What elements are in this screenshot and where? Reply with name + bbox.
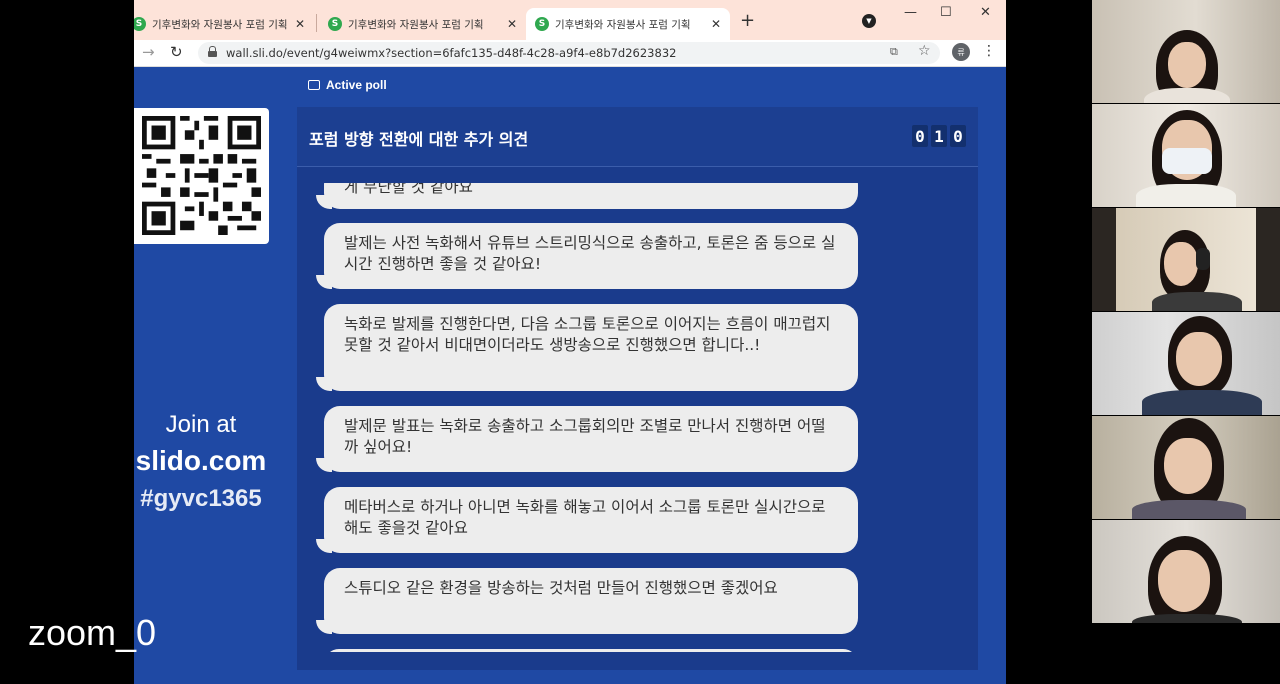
tab-title: 기후변화와 자원봉사 포럼 기획: [348, 18, 484, 31]
response-feed[interactable]: 게 무난할 것 같아요 발제는 사전 녹화해서 유튜브 스트리밍식으로 송출하고…: [297, 183, 978, 652]
slido-favicon-icon: S: [535, 17, 549, 31]
poll-chat-icon: [308, 80, 320, 90]
join-at-label: Join at: [165, 411, 237, 438]
response-bubble: 스튜디오 같은 환경을 방송하는 것처럼 만들어 진행했으면 좋겠어요: [316, 568, 858, 634]
tab-title: 기후변화와 자원봉사 포럼 기획: [152, 18, 288, 31]
video-gallery: [1092, 0, 1280, 624]
close-tab-icon[interactable]: ✕: [504, 17, 520, 31]
participant-video[interactable]: [1092, 312, 1280, 415]
translate-icon[interactable]: ⧉: [890, 45, 898, 59]
response-bubble: 게 무난할 것 같아요: [316, 183, 858, 209]
browser-toolbar: → ↻ wall.sli.do/event/g4weiwmx?section=6…: [134, 40, 1006, 67]
response-text: 메타버스로 하거나 아니면 녹화를 해놓고 이어서 소그룹 토론만 실시간으로 …: [344, 498, 826, 537]
response-bubble: [324, 649, 858, 652]
response-text: 발제문 발표는 녹화로 송출하고 소그룹회의만 조별로 만나서 진행하면 어떨까…: [344, 417, 826, 456]
tab-strip: S 기후변화와 자원봉사 포럼 기획 ✕ S 기후변화와 자원봉사 포럼 기획 …: [134, 0, 1006, 40]
browser-window: S 기후변화와 자원봉사 포럼 기획 ✕ S 기후변화와 자원봉사 포럼 기획 …: [134, 0, 1006, 684]
maximize-icon[interactable]: ☐: [940, 5, 952, 20]
response-text: 녹화로 발제를 진행한다면, 다음 소그룹 토론으로 이어지는 흐름이 매끄럽지…: [344, 315, 831, 354]
active-poll-label: Active poll: [326, 78, 387, 92]
slido-wall: Join at slido.com #gyvc1365 Active poll …: [134, 68, 1006, 684]
participant-video[interactable]: [1092, 520, 1280, 623]
join-qr-code: [134, 108, 269, 244]
tab-divider: [316, 14, 317, 32]
close-window-icon[interactable]: ✕: [980, 5, 991, 20]
profile-avatar[interactable]: 류: [952, 43, 970, 61]
recording-label: zoom_0: [28, 612, 157, 653]
new-tab-icon[interactable]: +: [740, 10, 755, 31]
response-bubble: 발제문 발표는 녹화로 송출하고 소그룹회의만 조별로 만나서 진행하면 어떨까…: [316, 406, 858, 472]
slido-favicon-icon: S: [328, 17, 342, 31]
minimize-icon[interactable]: —: [904, 5, 917, 20]
join-site-link: slido.com: [135, 445, 267, 476]
lock-icon: [208, 46, 217, 57]
active-poll-indicator: Active poll: [308, 78, 387, 92]
response-text: 스튜디오 같은 환경을 방송하는 것처럼 만들어 진행했으면 좋겠어요: [344, 579, 778, 597]
participant-video[interactable]: [1092, 104, 1280, 207]
face-mask-icon: [1162, 148, 1212, 174]
join-instructions: Join at slido.com #gyvc1365: [134, 408, 268, 518]
poll-header: 포럼 방향 전환에 대한 추가 의견 0 1 0: [297, 107, 978, 167]
response-text: 게 무난할 것 같아요: [344, 183, 473, 196]
qr-code-icon: [142, 116, 261, 235]
close-tab-icon[interactable]: ✕: [708, 17, 724, 31]
event-code: #gyvc1365: [140, 485, 262, 512]
response-counter: 0 1 0: [912, 125, 966, 147]
slido-favicon-icon: S: [134, 17, 146, 31]
address-bar[interactable]: wall.sli.do/event/g4weiwmx?section=6fafc…: [198, 42, 940, 64]
participant-video[interactable]: [1092, 0, 1280, 103]
close-tab-icon[interactable]: ✕: [292, 17, 308, 31]
tab-title: 기후변화와 자원봉사 포럼 기획: [555, 18, 691, 31]
browser-tab-2[interactable]: S 기후변화와 자원봉사 포럼 기획 ✕: [320, 8, 520, 40]
bookmark-star-icon[interactable]: ☆: [918, 43, 931, 59]
counter-digit: 0: [912, 125, 928, 147]
response-bubble: 메타버스로 하거나 아니면 녹화를 해놓고 이어서 소그룹 토론만 실시간으로 …: [316, 487, 858, 553]
poll-title: 포럼 방향 전환에 대한 추가 의견: [309, 130, 529, 149]
poll-panel: 포럼 방향 전환에 대한 추가 의견 0 1 0 게 무난할 것 같아요 발제는…: [297, 107, 978, 670]
browser-tab-1[interactable]: S 기후변화와 자원봉사 포럼 기획 ✕: [134, 8, 308, 40]
response-bubble: 녹화로 발제를 진행한다면, 다음 소그룹 토론으로 이어지는 흐름이 매끄럽지…: [316, 304, 858, 391]
url-text: wall.sli.do/event/g4weiwmx?section=6fafc…: [226, 46, 677, 60]
response-bubble: 발제는 사전 녹화해서 유튜브 스트리밍식으로 송출하고, 토론은 줌 등으로 …: [316, 223, 858, 289]
participant-video[interactable]: [1092, 416, 1280, 519]
tab-search-icon[interactable]: ▼: [862, 14, 876, 28]
browser-menu-icon[interactable]: ⋮: [982, 43, 996, 59]
back-arrow-icon[interactable]: →: [142, 43, 155, 61]
headphones-icon: [1196, 248, 1210, 270]
counter-digit: 1: [931, 125, 947, 147]
browser-tab-3-active[interactable]: S 기후변화와 자원봉사 포럼 기획 ✕: [526, 8, 730, 40]
counter-digit: 0: [950, 125, 966, 147]
participant-video[interactable]: [1092, 208, 1280, 311]
response-text: 발제는 사전 녹화해서 유튜브 스트리밍식으로 송출하고, 토론은 줌 등으로 …: [344, 234, 836, 273]
reload-icon[interactable]: ↻: [170, 43, 183, 61]
